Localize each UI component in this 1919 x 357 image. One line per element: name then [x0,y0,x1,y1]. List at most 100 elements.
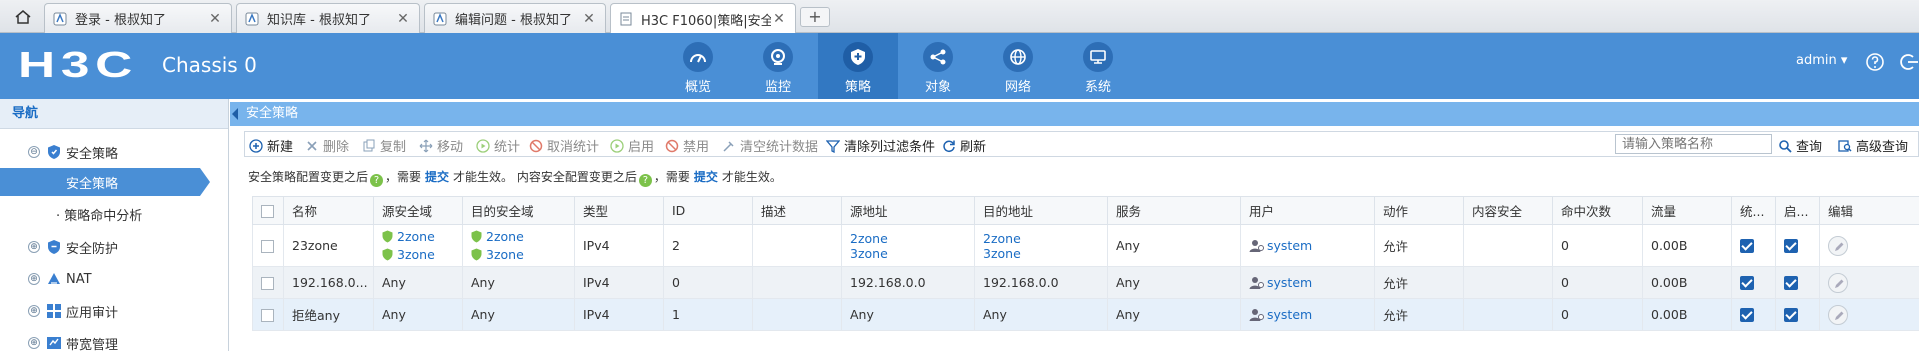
help-icon[interactable]: ? [370,174,383,187]
expand-icon[interactable]: ⊕ [28,241,40,253]
statistics-checkbox[interactable] [1740,276,1754,290]
zone-link[interactable]: 2zone [397,229,435,244]
column-header[interactable]: 目的安全域 [463,197,575,225]
zone-link[interactable]: 3zone [397,247,435,262]
nav-network[interactable]: 网络 [978,33,1058,99]
table-row[interactable]: 192.168.0... Any Any IPv4 0 192.168.0.0 … [253,267,1919,299]
column-header[interactable]: 用户 [1241,197,1375,225]
select-all-checkbox-cell[interactable] [253,197,284,225]
row-checkbox[interactable] [261,240,274,253]
tab-close-icon[interactable]: ✕ [771,11,787,27]
expand-icon[interactable]: ⊕ [28,273,40,285]
nav-system[interactable]: 系统 [1058,33,1138,99]
disable-button[interactable]: 禁用 [665,136,709,155]
move-button[interactable]: 移动 [419,136,463,155]
advanced-query-button[interactable]: 高级查询 [1838,136,1908,155]
address-link[interactable]: 3zone [983,246,1107,261]
edit-pencil-icon[interactable] [1828,305,1848,325]
expand-icon[interactable]: ⊕ [28,337,40,349]
column-header[interactable]: 类型 [575,197,664,225]
tab-h3c-security-policy[interactable]: H3C F1060|策略|安全策 ✕ [610,3,796,34]
address-link[interactable]: 2zone [850,231,974,246]
statistics-checkbox[interactable] [1740,308,1754,322]
statistics-checkbox[interactable] [1740,239,1754,253]
destination-address-cell[interactable]: 192.168.0.0 [975,267,1108,299]
policy-name-search-input[interactable] [1615,134,1772,154]
clear-column-filters-button[interactable]: 清除列过滤条件 [826,136,935,155]
sidebar-item-nat[interactable]: ⊕ NAT [0,265,229,293]
sidebar-item-security-protection[interactable]: ⊕ 安全防护 [0,233,229,261]
enabled-checkbox[interactable] [1784,276,1798,290]
hit-count-cell[interactable]: 0 [1553,267,1643,299]
nav-objects[interactable]: 对象 [898,33,978,99]
edit-pencil-icon[interactable] [1828,236,1848,256]
table-row[interactable]: 23zone 2zone 3zone 2zone 3zone IPv4 2 2z… [253,225,1919,267]
nav-overview[interactable]: 概览 [658,33,738,99]
column-header[interactable]: 描述 [753,197,842,225]
user-link[interactable]: system [1267,275,1312,290]
logout-icon[interactable] [1898,51,1918,73]
new-button[interactable]: 新建 [249,136,293,155]
button-label: 取消统计 [547,136,599,155]
submit-link[interactable]: 提交 [694,170,718,184]
sidebar-item-security-policy-sub[interactable]: 安全策略 [0,168,200,196]
enable-button[interactable]: 启用 [610,136,654,155]
sidebar-item-security-policy[interactable]: ⊖ 安全策略 [0,138,229,166]
tab-close-icon[interactable]: ✕ [581,11,597,27]
row-checkbox[interactable] [261,277,274,290]
tab-knowledge-base[interactable]: 知识库 - 根叔知了 ✕ [236,3,420,33]
source-address-cell[interactable]: 192.168.0.0 [842,267,975,299]
column-header[interactable]: 服务 [1108,197,1241,225]
address-link[interactable]: 3zone [850,246,974,261]
column-header[interactable]: 统... [1732,197,1776,225]
copy-button[interactable]: 复制 [362,136,406,155]
table-row[interactable]: 拒绝any Any Any IPv4 1 Any Any Any system … [253,299,1919,331]
hit-count-cell[interactable]: 0 [1553,225,1643,267]
column-header[interactable]: 源地址 [842,197,975,225]
tab-close-icon[interactable]: ✕ [395,11,411,27]
new-tab-button[interactable]: + [800,7,830,27]
address-link[interactable]: 2zone [983,231,1107,246]
row-checkbox[interactable] [261,309,274,322]
zone-link[interactable]: 3zone [486,247,524,262]
nav-monitor[interactable]: 监控 [738,33,818,99]
tab-edit-question[interactable]: 编辑问题 - 根叔知了 ✕ [424,3,606,33]
column-header[interactable]: 内容安全 [1464,197,1553,225]
column-header[interactable]: 名称 [284,197,374,225]
edit-pencil-icon[interactable] [1828,273,1848,293]
sidebar-item-app-audit[interactable]: ⊕ 应用审计 [0,297,229,325]
tab-login[interactable]: 登录 - 根叔知了 ✕ [44,3,232,33]
query-button[interactable]: 查询 [1778,136,1822,155]
column-header[interactable]: 启... [1776,197,1820,225]
cancel-statistics-button[interactable]: 取消统计 [529,136,599,155]
nav-policy[interactable]: 策略 [818,33,898,99]
statistics-button[interactable]: 统计 [476,136,520,155]
user-link[interactable]: system [1267,238,1312,253]
select-all-checkbox[interactable] [261,205,274,218]
hit-count-cell[interactable]: 0 [1553,299,1643,331]
user-menu[interactable]: admin ▾ [1796,53,1847,68]
zone-link[interactable]: 2zone [486,229,524,244]
help-icon[interactable] [1864,51,1886,73]
column-header[interactable]: 动作 [1375,197,1464,225]
collapse-sidebar-arrow-icon[interactable] [232,108,238,120]
expand-icon[interactable]: ⊕ [28,305,40,317]
column-header[interactable]: 流量 [1643,197,1732,225]
sidebar-item-policy-hit-analysis[interactable]: · 策略命中分析 [0,200,229,228]
submit-link[interactable]: 提交 [425,170,449,184]
delete-button[interactable]: 删除 [305,136,349,155]
refresh-button[interactable]: 刷新 [942,136,986,155]
enabled-checkbox[interactable] [1784,308,1798,322]
user-link[interactable]: system [1267,307,1312,322]
column-header[interactable]: 目的地址 [975,197,1108,225]
enabled-checkbox[interactable] [1784,239,1798,253]
collapse-icon[interactable]: ⊖ [28,146,40,158]
tab-close-icon[interactable]: ✕ [207,11,223,27]
clear-statistics-button[interactable]: 清空统计数据 [722,136,818,155]
column-header[interactable]: ID [664,197,753,225]
help-icon[interactable]: ? [639,174,652,187]
column-header[interactable]: 命中次数 [1553,197,1643,225]
column-header[interactable]: 源安全域 [374,197,463,225]
sidebar-item-bandwidth[interactable]: ⊕ 带宽管理 [0,329,229,357]
home-button[interactable] [6,5,40,29]
